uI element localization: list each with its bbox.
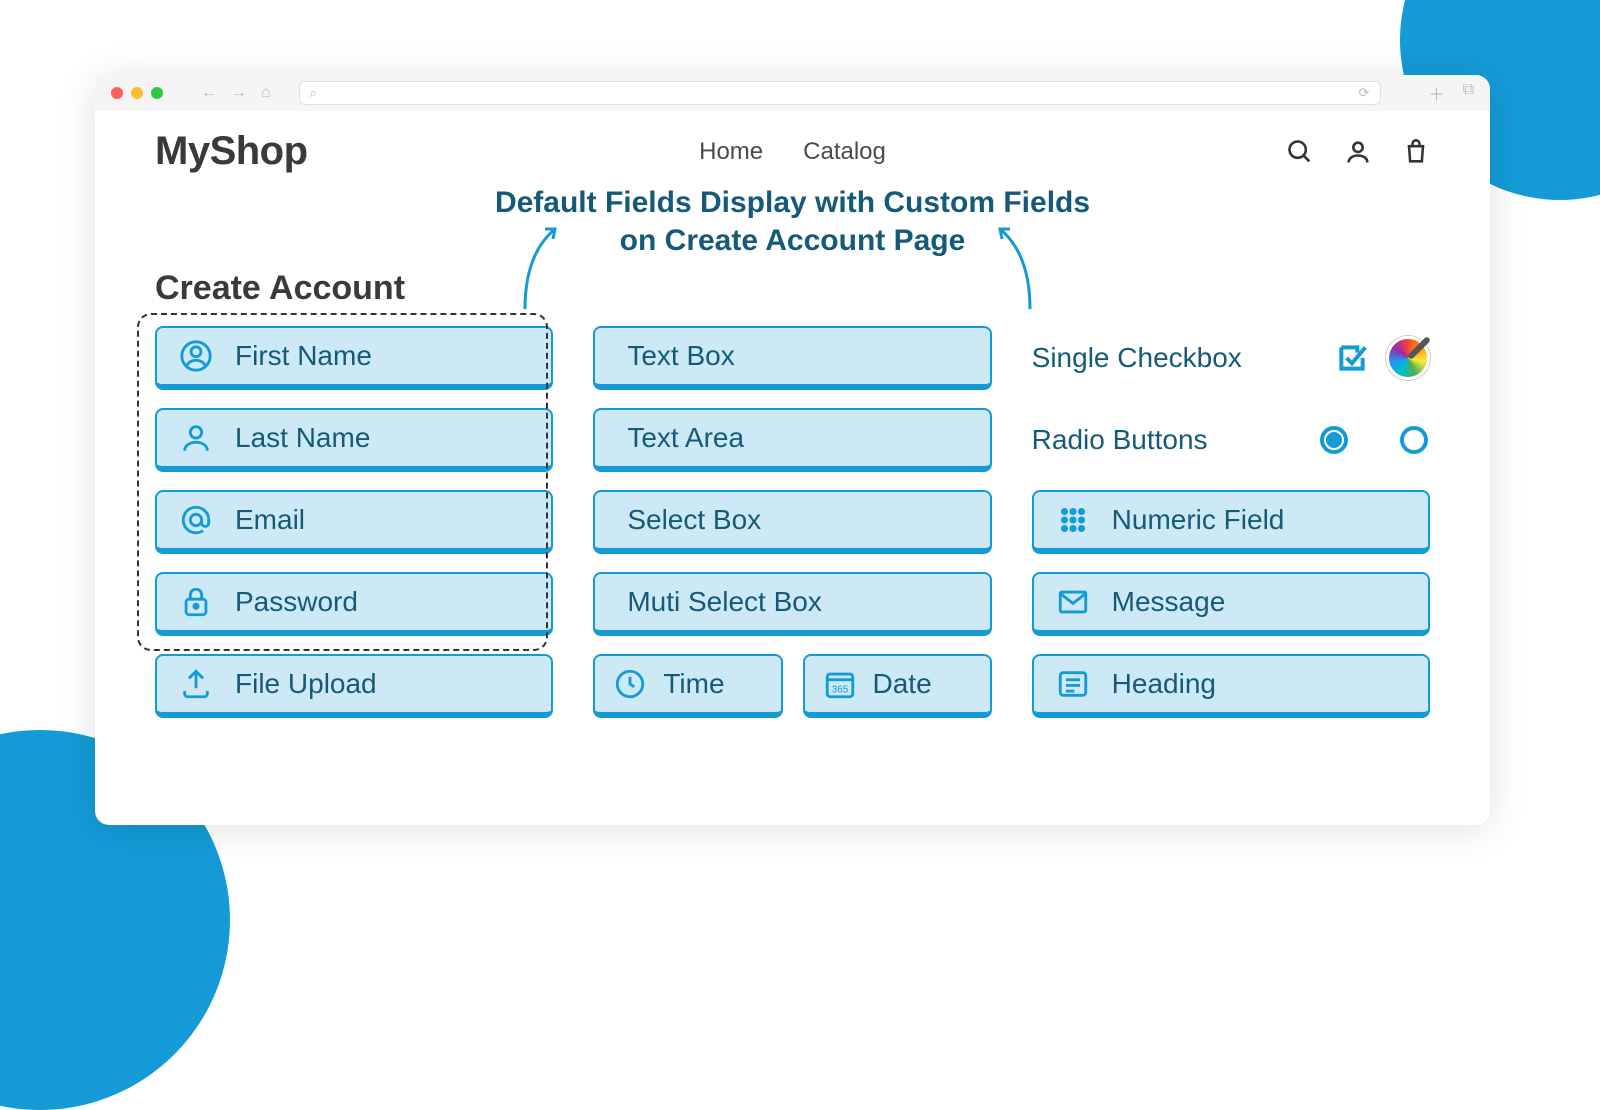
color-picker-icon[interactable] [1386,336,1430,380]
field-label: Date [873,668,932,700]
field-label: Message [1112,586,1226,618]
field-label: First Name [235,340,372,372]
user-icon [179,421,213,455]
field-message[interactable]: Message [1032,572,1430,636]
column-3: Single Checkbox Radio Buttons Numeric Fi… [1032,326,1430,718]
field-heading[interactable]: Heading [1032,654,1430,718]
envelope-icon [1056,585,1090,619]
arrow-left-icon [520,224,570,314]
list-icon [1056,667,1090,701]
new-tab-icon[interactable]: ＋ [1429,81,1445,105]
nav-home[interactable]: Home [699,138,763,166]
arrow-right-icon [985,224,1035,314]
column-1: First Name Last Name Email Password File… [155,326,553,718]
radio-unselected-icon[interactable] [1398,424,1430,456]
field-password[interactable]: Password [155,572,553,636]
field-label: File Upload [235,668,377,700]
field-file-upload[interactable]: File Upload [155,654,553,718]
banner-line1: Default Fields Display with Custom Field… [155,184,1430,222]
page-content: MyShop Home Catalog Default Fields Displ… [95,111,1490,718]
field-label: Email [235,504,305,536]
account-icon[interactable] [1344,138,1372,166]
main-nav: Home Catalog [699,138,886,166]
tabs-icon[interactable]: ⧉ [1463,81,1474,105]
field-multi-select-box[interactable]: Muti Select Box [593,572,991,636]
back-icon[interactable]: ← [201,84,217,102]
window-minimize-icon[interactable] [131,87,143,99]
site-header: MyShop Home Catalog [155,129,1430,174]
field-select-box[interactable]: Select Box [593,490,991,554]
reload-icon[interactable]: ⟳ [1359,85,1370,101]
section-title: Create Account [155,269,1430,308]
search-icon[interactable] [1286,138,1314,166]
field-label: Text Area [627,422,744,454]
field-text-box[interactable]: Text Box [593,326,991,390]
field-label: Heading [1112,668,1216,700]
calendar-icon: 365 [823,667,857,701]
field-label: Time [663,668,724,700]
window-maximize-icon[interactable] [151,87,163,99]
field-label: Muti Select Box [627,586,822,618]
at-icon [179,503,213,537]
site-logo[interactable]: MyShop [155,129,308,174]
forward-icon[interactable]: → [231,84,247,102]
nav-catalog[interactable]: Catalog [803,138,886,166]
field-radio-buttons[interactable]: Radio Buttons [1032,408,1430,472]
field-first-name[interactable]: First Name [155,326,553,390]
browser-window: ← → ⌂ ⌕ ⟳ ＋ ⧉ MyShop Home Catalog [95,75,1490,825]
radio-selected-icon[interactable] [1318,424,1350,456]
field-date[interactable]: 365 Date [803,654,992,718]
field-label: Radio Buttons [1032,424,1300,456]
field-numeric[interactable]: Numeric Field [1032,490,1430,554]
field-label: Last Name [235,422,370,454]
field-time[interactable]: Time [593,654,782,718]
banner-line2: on Create Account Page [155,222,1430,260]
field-label: Text Box [627,340,734,372]
checkbox-icon[interactable] [1336,342,1368,374]
field-label: Password [235,586,358,618]
browser-chrome: ← → ⌂ ⌕ ⟳ ＋ ⧉ [95,75,1490,111]
field-label: Single Checkbox [1032,342,1318,374]
field-single-checkbox[interactable]: Single Checkbox [1032,326,1430,390]
column-2: Text Box Text Area Select Box Muti Selec… [593,326,991,718]
field-label: Select Box [627,504,761,536]
grid-icon [1056,503,1090,537]
field-label: Numeric Field [1112,504,1285,536]
clock-icon [613,667,647,701]
upload-icon [179,667,213,701]
field-text-area[interactable]: Text Area [593,408,991,472]
cart-icon[interactable] [1402,138,1430,166]
search-icon: ⌕ [310,85,317,101]
fields-grid: First Name Last Name Email Password File… [155,326,1430,718]
field-last-name[interactable]: Last Name [155,408,553,472]
banner-text: Default Fields Display with Custom Field… [155,184,1430,259]
field-email[interactable]: Email [155,490,553,554]
window-close-icon[interactable] [111,87,123,99]
user-circle-icon [179,339,213,373]
svg-text:365: 365 [831,685,848,696]
home-icon[interactable]: ⌂ [261,84,271,102]
url-bar[interactable]: ⌕ ⟳ [299,81,1381,105]
lock-icon [179,585,213,619]
